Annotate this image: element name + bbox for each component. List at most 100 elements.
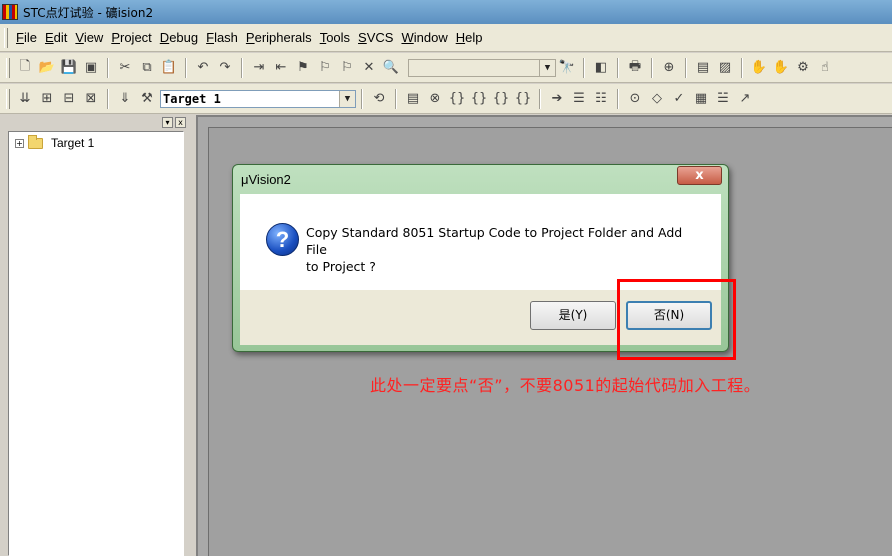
app-icon (2, 4, 18, 20)
expand-icon[interactable]: + (15, 138, 24, 148)
help-hand-icon[interactable]: ☝ (815, 58, 835, 78)
panel-header: ▾ x (6, 115, 188, 129)
toolbar-separator (107, 57, 109, 78)
toolbar-separator (617, 88, 619, 109)
paste-icon[interactable]: 📋 (159, 58, 179, 78)
new-file-icon[interactable]: 🗋 (15, 58, 35, 78)
hand-icon[interactable]: ✋ (749, 58, 769, 78)
message-line: Copy Standard 8051 Startup Code to Proje… (306, 225, 683, 257)
find-icon[interactable]: 🔭 (557, 58, 577, 78)
reset-cpu-icon[interactable]: ⟲ (369, 89, 389, 109)
step-out-icon[interactable]: {} (491, 89, 511, 109)
toolbar-grip[interactable] (6, 57, 10, 78)
debug-session-icon[interactable]: ◧ (591, 58, 611, 78)
toolbar-separator (395, 88, 397, 109)
menu-window[interactable]: Window (397, 30, 451, 45)
toolbar-separator (361, 88, 363, 109)
window-title: STC点灯试验 - 礦ision2 (23, 5, 154, 20)
run-to-cursor-icon[interactable]: {} (513, 89, 533, 109)
workspace-icon[interactable]: ▤ (693, 58, 713, 78)
toolbar-separator (685, 57, 687, 78)
toolbar-separator (741, 57, 743, 78)
save-icon[interactable]: 💾 (59, 58, 79, 78)
folder-icon (28, 134, 43, 149)
panel-menu-icon[interactable]: ▾ (162, 116, 173, 128)
bookmark-icon[interactable]: ⚑ (293, 58, 313, 78)
target-select-value: Target 1 (163, 91, 221, 106)
toolbar-grip[interactable] (6, 88, 10, 109)
question-icon: ? (266, 223, 299, 256)
memory-icon[interactable]: ▦ (691, 89, 711, 109)
menu-edit[interactable]: Edit (41, 30, 71, 45)
serial-window-icon[interactable]: ☱ (713, 89, 733, 109)
menu-peripherals[interactable]: Peripherals (242, 30, 316, 45)
code-coverage-icon[interactable]: ◇ (647, 89, 667, 109)
breakpoint-icon[interactable]: ☰ (569, 89, 589, 109)
download-icon[interactable]: ⇓ (115, 89, 135, 109)
dialog-message: Copy Standard 8051 Startup Code to Proje… (306, 224, 706, 275)
print-icon[interactable]: 🖶 (625, 58, 645, 78)
next-bookmark-icon[interactable]: ⚐ (315, 58, 335, 78)
target-select[interactable]: Target 1 ▼ (160, 89, 356, 108)
zoom-icon[interactable]: ⊕ (659, 58, 679, 78)
step-over-icon[interactable]: {} (469, 89, 489, 109)
yes-button[interactable]: 是(Y) (530, 301, 616, 330)
compile-icon[interactable]: ⇊ (15, 89, 35, 109)
menu-view[interactable]: View (71, 30, 107, 45)
step-into-icon[interactable]: {} (447, 89, 467, 109)
menu-flash[interactable]: Flash (202, 30, 242, 45)
copy-icon[interactable]: ⧉ (137, 58, 157, 78)
menu-help[interactable]: Help (452, 30, 487, 45)
redo-icon[interactable]: ↷ (215, 58, 235, 78)
toolbar-separator (539, 88, 541, 109)
undo-icon[interactable]: ↶ (193, 58, 213, 78)
menu-tools[interactable]: Tools (316, 30, 354, 45)
menu-bar: File Edit View Project Debug Flash Perip… (0, 24, 892, 52)
save-all-icon[interactable]: ▣ (81, 58, 101, 78)
halt-icon[interactable]: ⊗ (425, 89, 445, 109)
find-in-files-icon[interactable]: 🔍 (381, 58, 401, 78)
rebuild-icon[interactable]: ⊟ (59, 89, 79, 109)
project-tree[interactable]: + Target 1 (8, 131, 184, 556)
output-window-icon[interactable]: ▨ (715, 58, 735, 78)
tree-item-target[interactable]: + Target 1 (15, 134, 95, 150)
tools-icon[interactable]: ↗ (735, 89, 755, 109)
unindent-icon[interactable]: ⇤ (271, 58, 291, 78)
menu-file[interactable]: File (12, 30, 41, 45)
prev-bookmark-icon[interactable]: ⚐ (337, 58, 357, 78)
build-toolbar: ⇊ ⊞ ⊟ ⊠ ⇓ ⚒ Target 1 ▼ ⟲ ▤ ⊗ {} {} {} {}… (0, 84, 892, 114)
menu-debug[interactable]: Debug (156, 30, 202, 45)
target-options-icon[interactable]: ⚒ (137, 89, 157, 109)
clear-bookmarks-icon[interactable]: ✕ (359, 58, 379, 78)
performance-icon[interactable]: ✓ (669, 89, 689, 109)
run-icon[interactable]: ▤ (403, 89, 423, 109)
menu-grip[interactable] (4, 27, 8, 48)
toolbar-separator (583, 57, 585, 78)
file-toolbar: 🗋 📂 💾 ▣ ✂ ⧉ 📋 ↶ ↷ ⇥ ⇤ ⚑ ⚐ ⚐ ✕ 🔍 ▼ 🔭 ◧ 🖶 … (0, 53, 892, 83)
disassembly-icon[interactable]: ☷ (591, 89, 611, 109)
config-icon[interactable]: ⚙ (793, 58, 813, 78)
toolbar-separator (241, 57, 243, 78)
panel-close-icon[interactable]: x (175, 116, 186, 128)
cut-icon[interactable]: ✂ (115, 58, 135, 78)
open-folder-icon[interactable]: 📂 (37, 58, 57, 78)
close-icon[interactable]: x (677, 166, 722, 185)
menu-project[interactable]: Project (107, 30, 155, 45)
find-combo[interactable]: ▼ (408, 58, 556, 77)
annotation-note: 此处一定要点“否”，不要8051的起始代码加入工程。 (370, 376, 761, 395)
show-next-statement-icon[interactable]: ➔ (547, 89, 567, 109)
dialog-body: ? Copy Standard 8051 Startup Code to Pro… (240, 194, 721, 290)
build-icon[interactable]: ⊞ (37, 89, 57, 109)
tree-item-label: Target 1 (51, 136, 95, 150)
indent-icon[interactable]: ⇥ (249, 58, 269, 78)
watch-icon[interactable]: ⊙ (625, 89, 645, 109)
stop-hand-icon[interactable]: ✋ (771, 58, 791, 78)
toolbar-separator (651, 57, 653, 78)
highlight-box (617, 279, 736, 360)
toolbar-separator (185, 57, 187, 78)
menu-svcs[interactable]: SVCS (354, 30, 397, 45)
chevron-down-icon[interactable]: ▼ (539, 59, 555, 76)
chevron-down-icon[interactable]: ▼ (339, 90, 355, 107)
message-line: to Project ? (306, 259, 376, 274)
stop-build-icon[interactable]: ⊠ (81, 89, 101, 109)
